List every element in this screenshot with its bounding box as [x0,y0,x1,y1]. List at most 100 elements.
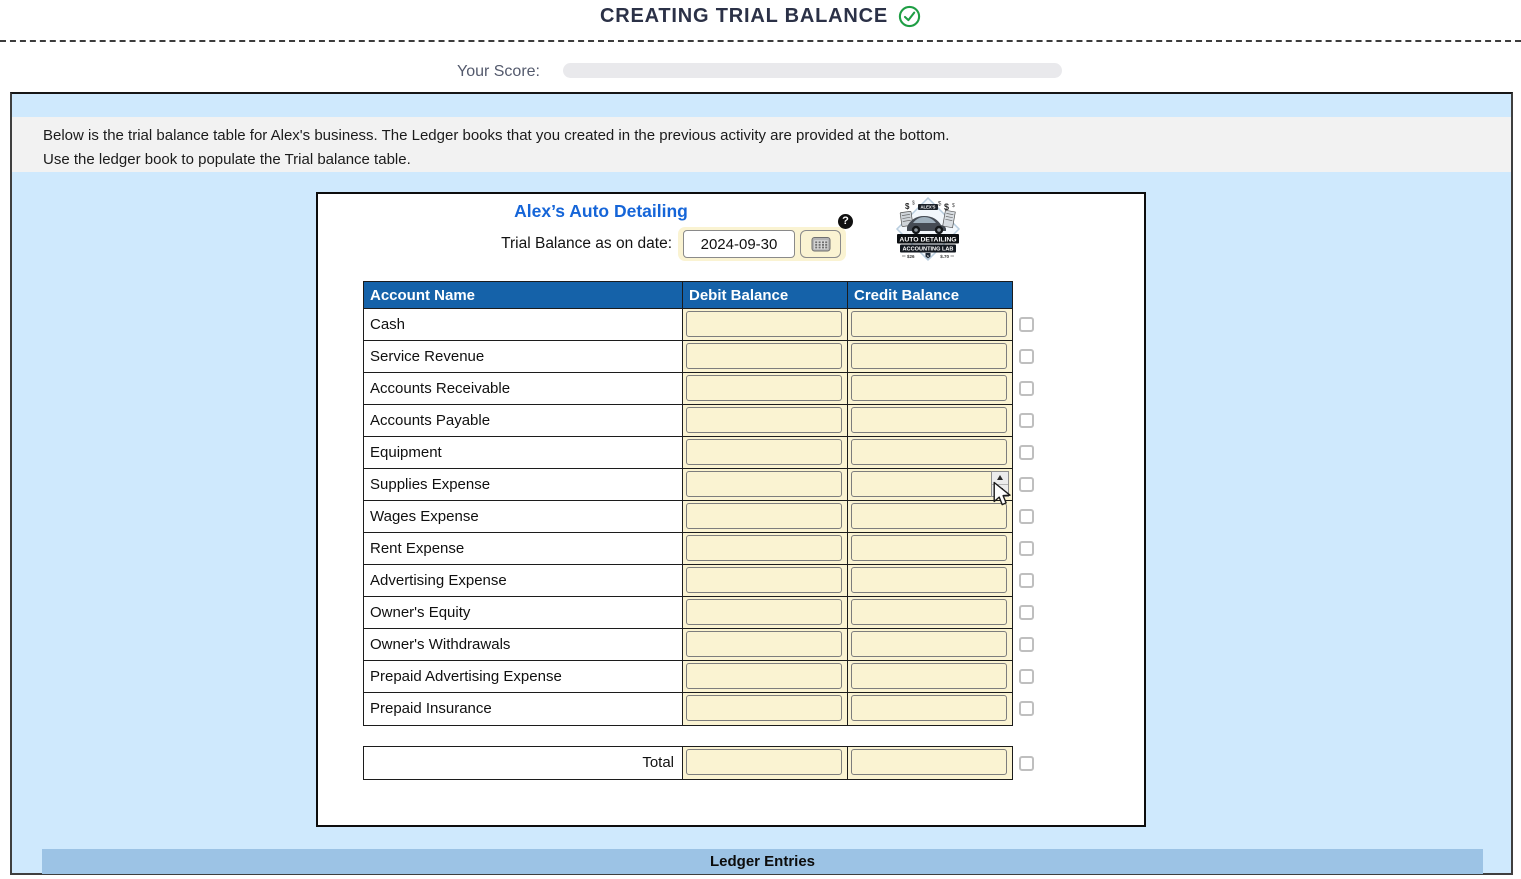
svg-text:$: $ [938,202,942,208]
row-checkbox [1019,477,1034,492]
debit-input[interactable] [686,599,842,625]
score-progress-bar [563,63,1062,78]
account-name: Service Revenue [364,341,682,372]
ledger-entries-header: Ledger Entries [42,849,1483,874]
credit-cell [847,661,1012,692]
svg-text:$: $ [912,201,915,207]
debit-input[interactable] [686,503,842,529]
account-name: Accounts Receivable [364,373,682,404]
debit-input[interactable] [686,535,842,561]
spinner-up-button[interactable] [992,472,1008,485]
debit-input[interactable] [686,407,842,433]
instructions: Below is the trial balance table for Ale… [12,117,1511,172]
svg-text:$: $ [905,202,910,211]
credit-input[interactable] [851,471,1007,497]
debit-cell [682,341,847,372]
credit-input[interactable] [851,567,1007,593]
date-picker-group [678,227,846,261]
credit-input[interactable] [851,311,1007,337]
credit-cell [847,309,1012,340]
credit-input[interactable] [851,631,1007,657]
credit-cell [847,629,1012,660]
page-header: CREATING TRIAL BALANCE [0,5,1521,28]
credit-input[interactable] [851,695,1007,721]
calendar-button[interactable] [800,230,841,258]
debit-input[interactable] [686,567,842,593]
table-header-row: Account Name Debit Balance Credit Balanc… [364,282,1012,309]
debit-input[interactable] [686,663,842,689]
credit-cell [847,341,1012,372]
debit-input[interactable] [686,343,842,369]
header-debit-balance: Debit Balance [682,282,847,308]
date-input[interactable] [683,230,795,258]
account-name: Accounts Payable [364,405,682,436]
row-checkbox [1019,669,1034,684]
row-checkbox [1019,637,1034,652]
debit-input[interactable] [686,375,842,401]
account-name: Owner's Withdrawals [364,629,682,660]
date-label: Trial Balance as on date: [418,235,672,253]
svg-text:$.70: $.70 [940,254,949,259]
help-icon[interactable]: ? [838,214,853,229]
credit-input[interactable] [851,343,1007,369]
credit-input[interactable] [851,503,1007,529]
spinner-down-button[interactable] [992,485,1008,497]
debit-input[interactable] [686,311,842,337]
debit-cell [682,469,847,500]
svg-text:ACCOUNTING LAB: ACCOUNTING LAB [903,247,954,253]
table-row: Prepaid Insurance [364,693,1012,725]
score-label: Your Score: [0,63,540,81]
credit-cell [847,597,1012,628]
row-checkbox [1019,701,1034,716]
debit-cell [682,597,847,628]
account-name: Rent Expense [364,533,682,564]
number-spinner[interactable] [991,471,1009,497]
row-checkbox [1019,605,1034,620]
row-checkbox [1019,509,1034,524]
total-credit-input[interactable] [851,749,1007,775]
total-row-checkbox [1019,756,1034,771]
credit-cell [847,693,1012,725]
page-title: CREATING TRIAL BALANCE [600,5,888,28]
table-row: Advertising Expense [364,565,1012,597]
row-checkbox [1019,413,1034,428]
svg-text:ALEX'S: ALEX'S [921,205,936,210]
total-debit-input[interactable] [686,749,842,775]
debit-cell [682,661,847,692]
debit-input[interactable] [686,631,842,657]
debit-input[interactable] [686,471,842,497]
credit-cell [847,501,1012,532]
svg-text:$: $ [952,203,955,209]
credit-input[interactable] [851,599,1007,625]
row-checkbox [1019,541,1034,556]
credit-input[interactable] [851,407,1007,433]
credit-cell [847,469,1012,500]
credit-input[interactable] [851,535,1007,561]
row-checkbox [1019,573,1034,588]
svg-text:$26: $26 [907,254,915,259]
credit-cell [847,437,1012,468]
account-name: Prepaid Insurance [364,693,682,725]
table-row: Supplies Expense [364,469,1012,501]
credit-input[interactable] [851,439,1007,465]
total-debit-cell [682,747,847,779]
row-checkbox [1019,381,1034,396]
check-circle-icon [898,5,921,28]
table-row: Equipment [364,437,1012,469]
ledger-entries-title: Ledger Entries [710,853,815,870]
svg-text:AUTO DETAILING: AUTO DETAILING [899,236,956,243]
table-row: Cash [364,309,1012,341]
credit-input[interactable] [851,663,1007,689]
business-name: Alex’s Auto Detailing [318,201,884,222]
account-name: Wages Expense [364,501,682,532]
dashed-divider [0,40,1521,42]
table-row: Prepaid Advertising Expense [364,661,1012,693]
company-logo-icon: $ $ $ $ $ ALEX'S AUTO DETAILING ACCOUNTI… [895,196,961,262]
debit-cell [682,405,847,436]
table-row: Accounts Receivable [364,373,1012,405]
debit-input[interactable] [686,439,842,465]
row-checkbox [1019,445,1034,460]
debit-input[interactable] [686,695,842,721]
credit-input[interactable] [851,375,1007,401]
debit-cell [682,629,847,660]
